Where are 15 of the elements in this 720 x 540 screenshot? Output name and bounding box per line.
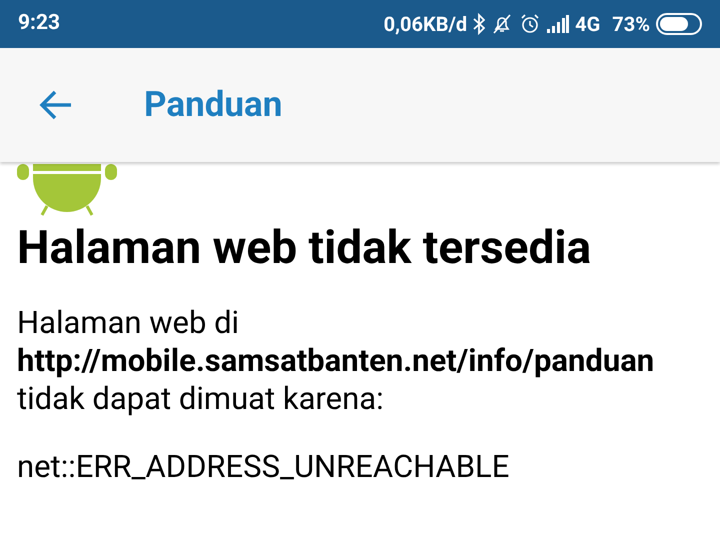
bluetooth-icon [473,13,486,35]
signal-icon [547,15,570,33]
battery-percent: 73% [612,11,650,38]
error-heading: Halaman web tidak tersedia [17,220,592,277]
robot-icon [17,164,117,216]
status-time: 9:23 [18,10,60,38]
error-code: net::ERR_ADDRESS_UNREACHABLE [17,446,510,486]
back-arrow-icon [39,90,73,120]
battery-icon [656,13,702,35]
toolbar-title: Panduan [144,82,282,127]
alarm-clock-icon [519,13,542,35]
network-type: 4G [575,11,600,38]
muted-bell-icon [491,13,514,35]
data-rate: 0,06KB/d [384,11,468,38]
error-message: Halaman web di http://mobile.samsatbanten.net/info/panduan tidak dapat dimuat karena: [17,304,656,418]
